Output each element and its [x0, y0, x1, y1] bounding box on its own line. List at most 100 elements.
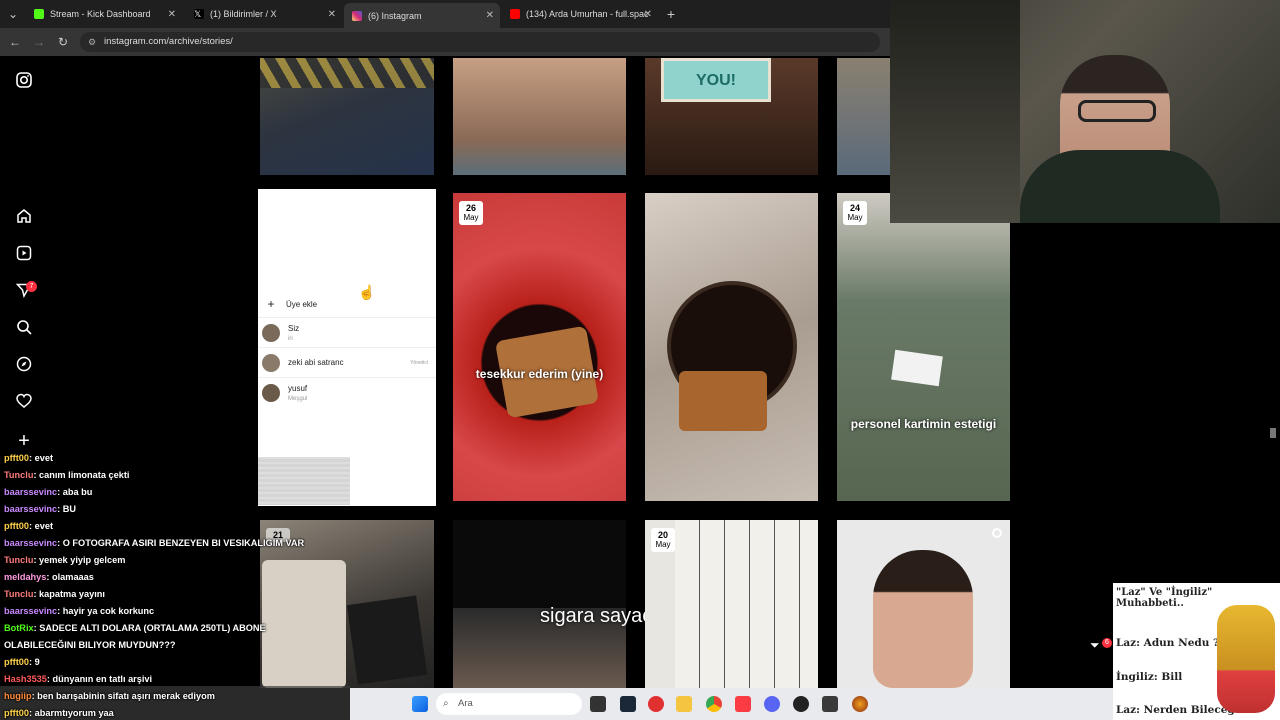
story-tile[interactable]: YOU!: [645, 58, 818, 175]
heart-icon[interactable]: [14, 393, 34, 413]
member-name: zeki abi satranc: [288, 358, 344, 367]
tab-title: (6) Instagram: [368, 10, 422, 21]
close-icon[interactable]: ✕: [168, 9, 176, 20]
chat-username[interactable]: baarssevinc: [4, 538, 57, 548]
browser-tab-bar: ⌄ Stream - Kick Dashboard ✕ 𝕏 (1) Bildir…: [0, 0, 890, 28]
task-view-icon[interactable]: [590, 696, 606, 712]
member-sub: iri: [288, 335, 293, 342]
chat-text: : BU: [57, 504, 77, 514]
steam-icon[interactable]: [620, 696, 636, 712]
chat-username[interactable]: hugiip: [4, 691, 32, 701]
address-bar: ← → ↻ ⚙ instagram.com/archive/stories/: [0, 28, 890, 56]
member-sub: Meşgul: [288, 395, 308, 402]
url-field[interactable]: ⚙ instagram.com/archive/stories/: [80, 32, 880, 52]
chat-text: : 9: [29, 657, 40, 667]
chat-username[interactable]: Hash3535: [4, 674, 47, 684]
chat-message: baarssevinc: O FOTOGRAFA ASIRI BENZEYEN …: [4, 538, 304, 548]
story-tile[interactable]: [645, 193, 818, 501]
hand-cursor-icon: ☝: [358, 284, 376, 300]
chat-overlay-bars: [258, 457, 350, 505]
story-tile[interactable]: 24 May personel kartimin estetigi: [837, 193, 1010, 501]
chat-text: : canım limonata çekti: [33, 470, 130, 480]
search-icon: ⌕: [443, 698, 449, 709]
chrome-icon[interactable]: [706, 696, 722, 712]
member-row[interactable]: yusuf Meşgul: [258, 377, 436, 407]
chat-text: : evet: [29, 521, 54, 531]
chat-username[interactable]: Tunclu: [4, 589, 33, 599]
chat-message: hugiip: ben barışabinin sifatı aşırı mer…: [4, 691, 215, 701]
search-icon[interactable]: [14, 319, 34, 339]
discord-icon[interactable]: [764, 696, 780, 712]
chat-text: : abarmtıyorum yaa: [29, 708, 114, 718]
chat-username[interactable]: meldahys: [4, 572, 46, 582]
story-tile[interactable]: 20 May: [645, 520, 818, 688]
chat-username[interactable]: baarssevinc: [4, 487, 57, 497]
chat-username[interactable]: pfft00: [4, 453, 29, 463]
site-info-icon[interactable]: ⚙: [88, 32, 96, 52]
chat-message: Hash3535: dünyanın en tatlı arşivi: [4, 674, 152, 684]
back-icon[interactable]: ←: [6, 33, 24, 51]
chat-text: : kapatma yayını: [33, 589, 105, 599]
reels-icon[interactable]: [14, 245, 34, 265]
taskbar-search[interactable]: ⌕ Ara: [436, 693, 582, 715]
story-tile[interactable]: [453, 58, 626, 175]
story-image: [675, 520, 818, 688]
story-image: YOU!: [661, 58, 771, 102]
chat-username[interactable]: pfft00: [4, 657, 29, 667]
chat-text: : hayir ya cok korkunc: [57, 606, 155, 616]
story-tile[interactable]: [837, 520, 1010, 688]
story-image: [346, 595, 428, 685]
story-caption: tesekkur ederim (yine): [475, 367, 604, 381]
kick-icon: [34, 9, 44, 19]
close-icon[interactable]: ✕: [328, 9, 336, 20]
add-member-label: Üye ekle: [286, 299, 318, 309]
chat-username[interactable]: baarssevinc: [4, 504, 57, 514]
explore-icon[interactable]: [14, 356, 34, 376]
app-icon[interactable]: [648, 696, 664, 712]
chat-message: baarssevinc: hayir ya cok korkunc: [4, 606, 154, 616]
member-row[interactable]: zeki abi satranc Yönetici: [258, 347, 436, 377]
tab-kick[interactable]: Stream - Kick Dashboard ✕: [26, 3, 182, 25]
close-icon[interactable]: ✕: [486, 10, 494, 21]
chat-username[interactable]: BotRix: [4, 623, 34, 633]
windows-start-icon[interactable]: [412, 696, 428, 712]
reload-icon[interactable]: ↻: [54, 33, 72, 51]
create-icon[interactable]: +: [14, 431, 34, 451]
tab-youtube[interactable]: (134) Arda Umurhan - full.spac ✕: [502, 3, 658, 25]
chat-text: : yemek yiyip gelcem: [33, 555, 126, 565]
home-icon[interactable]: [14, 208, 34, 228]
chat-username[interactable]: Tunclu: [4, 470, 33, 480]
tab-instagram[interactable]: (6) Instagram ✕: [344, 3, 500, 28]
music-icon[interactable]: [735, 696, 751, 712]
scrollbar-thumb[interactable]: [1270, 428, 1276, 438]
chat-username[interactable]: baarssevinc: [4, 606, 57, 616]
chat-text: : O FOTOGRAFA ASIRI BENZEYEN BI VESIKALI…: [57, 538, 305, 548]
story-tile[interactable]: [837, 58, 890, 175]
chat-username[interactable]: pfft00: [4, 708, 29, 718]
file-explorer-icon[interactable]: [676, 696, 692, 712]
story-tile[interactable]: [260, 58, 434, 175]
instagram-logo-icon[interactable]: [14, 72, 34, 92]
tab-x[interactable]: 𝕏 (1) Bildirimler / X ✕: [186, 3, 342, 25]
url-text: instagram.com/archive/stories/: [104, 36, 233, 47]
forward-icon[interactable]: →: [30, 33, 48, 51]
story-date: 20 May: [651, 528, 675, 552]
chat-text: : aba bu: [57, 487, 93, 497]
close-icon[interactable]: ✕: [644, 9, 652, 20]
story-tile[interactable]: [453, 520, 626, 688]
app-icon[interactable]: [852, 696, 868, 712]
meme-line: İngiliz: Bill: [1116, 671, 1183, 683]
app-icon[interactable]: [822, 696, 838, 712]
chat-message: meldahys: olamaaas: [4, 572, 94, 582]
chat-message: Tunclu: yemek yiyip gelcem: [4, 555, 125, 565]
new-tab-icon[interactable]: +: [662, 5, 680, 23]
member-row[interactable]: Siz iri: [258, 317, 436, 347]
chat-username[interactable]: Tunclu: [4, 555, 33, 565]
avatar: [262, 353, 280, 372]
story-caption: personel kartimin estetigi: [850, 417, 997, 431]
tab-list-icon[interactable]: ⌄: [4, 5, 22, 23]
story-tile[interactable]: 26 May tesekkur ederim (yine): [453, 193, 626, 501]
app-icon[interactable]: [793, 696, 809, 712]
chat-username[interactable]: pfft00: [4, 521, 29, 531]
add-member-row[interactable]: + Üye ekle: [258, 289, 436, 319]
